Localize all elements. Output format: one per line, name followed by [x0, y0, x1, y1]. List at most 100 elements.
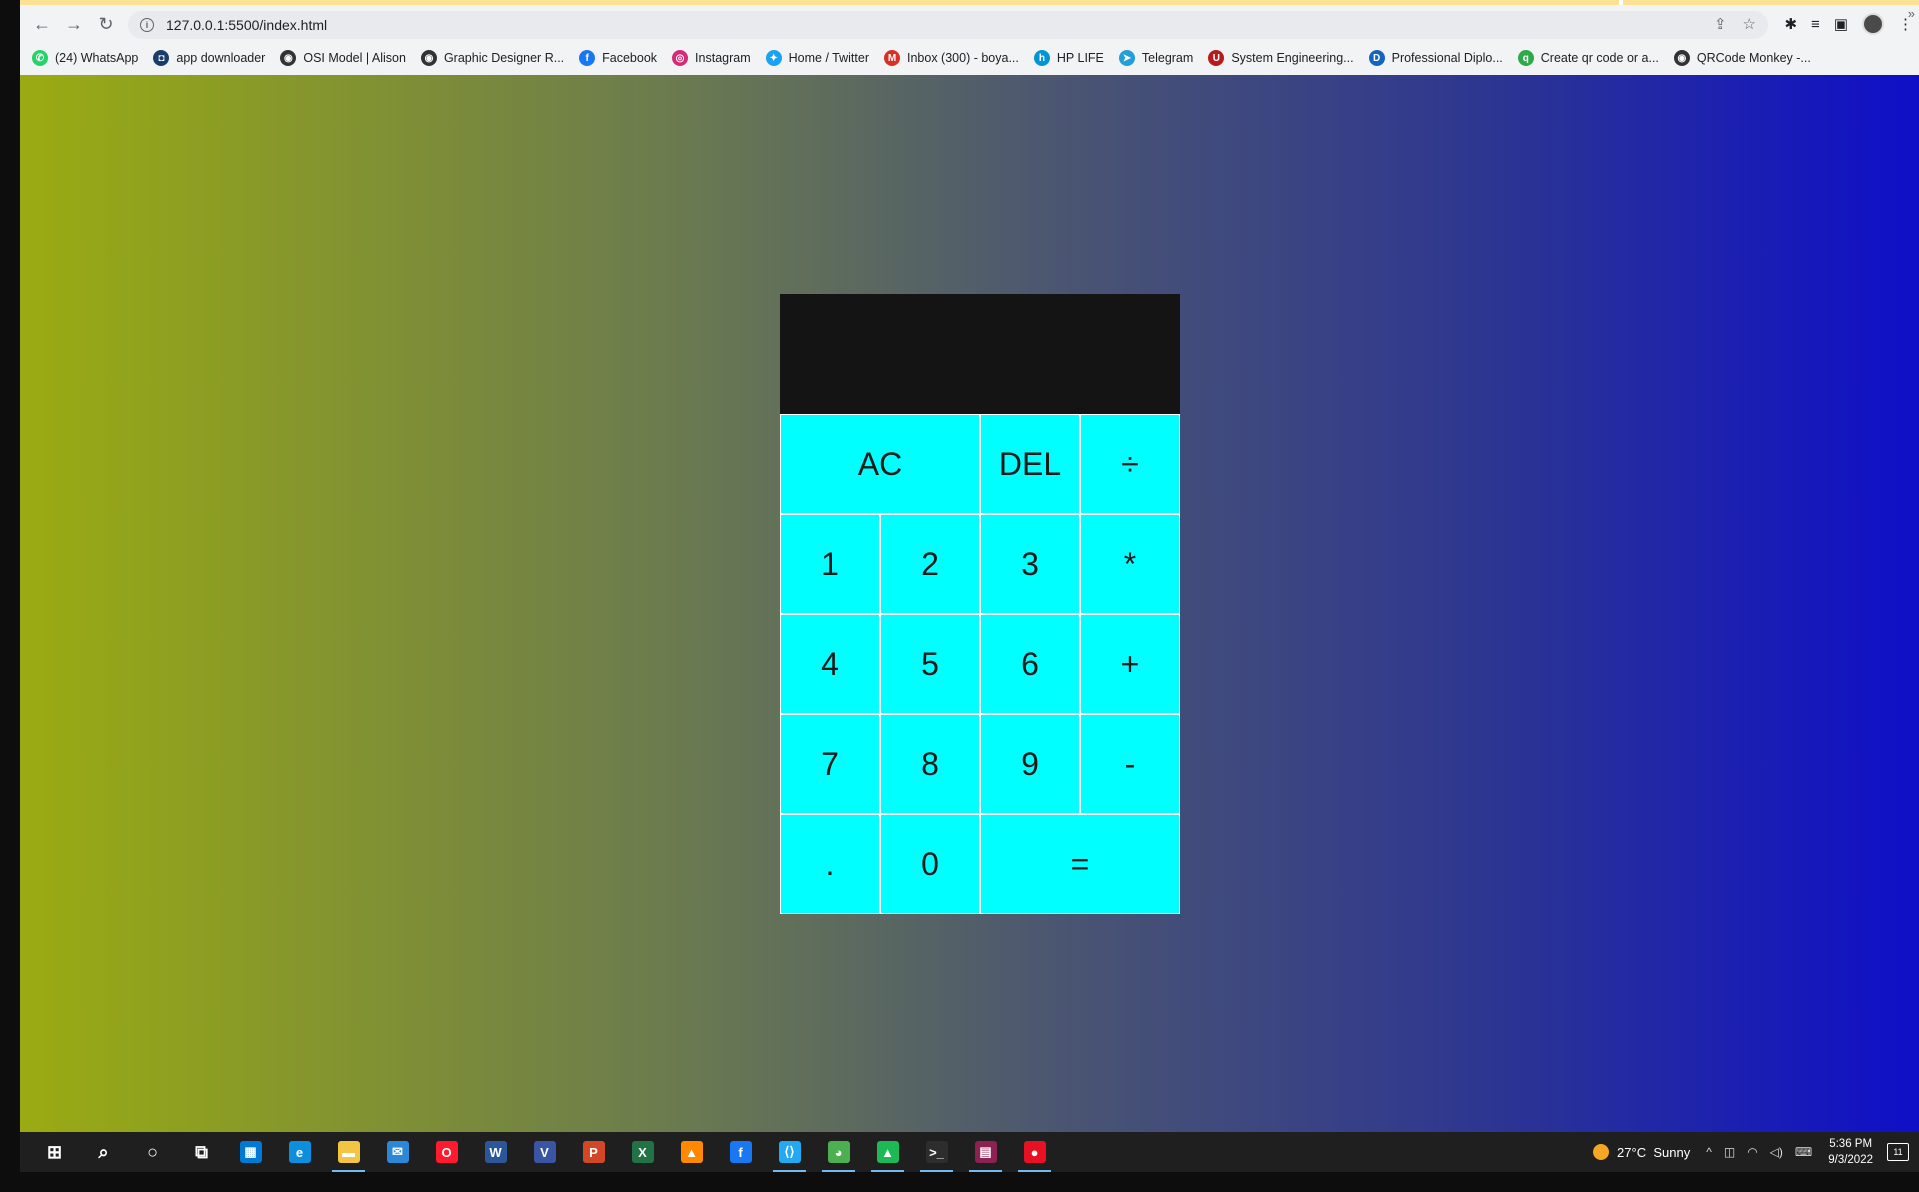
- globe-icon: ◉: [420, 50, 437, 66]
- bookmark-item[interactable]: M Inbox (300) - boya...: [884, 50, 1019, 66]
- android-studio-app[interactable]: ▲: [863, 1132, 912, 1172]
- extensions-icon[interactable]: ✱: [1784, 15, 1797, 33]
- chevron-up-icon[interactable]: ^: [1706, 1145, 1712, 1159]
- bookmark-item[interactable]: ◉ OSI Model | Alison: [280, 50, 406, 66]
- word-app[interactable]: W: [471, 1132, 520, 1172]
- search-button[interactable]: ⌕: [79, 1132, 128, 1172]
- digit-0-button[interactable]: 0: [880, 814, 980, 914]
- twitter-icon: ✦: [765, 50, 782, 66]
- bookmark-item[interactable]: h HP LIFE: [1033, 50, 1104, 66]
- excel-app[interactable]: X: [618, 1132, 667, 1172]
- opera-app[interactable]: O: [422, 1132, 471, 1172]
- side-panel-icon[interactable]: ▣: [1834, 15, 1848, 33]
- active-tab-edge[interactable]: [1619, 0, 1919, 5]
- globe-icon: ◉: [280, 50, 297, 66]
- winrar-app[interactable]: ▤: [961, 1132, 1010, 1172]
- edge-app[interactable]: e: [275, 1132, 324, 1172]
- digit-5-button[interactable]: 5: [880, 614, 980, 714]
- add-button[interactable]: +: [1080, 614, 1180, 714]
- clock[interactable]: 5:36 PM 9/3/2022: [1828, 1136, 1873, 1168]
- bookmark-item[interactable]: D Professional Diplo...: [1368, 50, 1503, 66]
- share-icon[interactable]: ⇪: [1714, 15, 1727, 33]
- bookmark-item[interactable]: ➤ Telegram: [1118, 50, 1193, 66]
- desktop-screen: ← → ↻ i 127.0.0.1:5500/index.html ⇪ ☆ ✱ …: [0, 0, 1919, 1192]
- digit-7-button[interactable]: 7: [780, 714, 880, 814]
- terminal-app[interactable]: >_: [912, 1132, 961, 1172]
- tab-strip: [20, 0, 1919, 5]
- bookmark-item[interactable]: ◉ QRCode Monkey -...: [1673, 50, 1811, 66]
- back-arrow-icon[interactable]: ←: [26, 8, 58, 40]
- bookmark-label: app downloader: [176, 51, 266, 65]
- digit-3-button[interactable]: 3: [980, 514, 1080, 614]
- volume-icon[interactable]: ◁): [1770, 1145, 1783, 1159]
- profile-avatar[interactable]: [1862, 13, 1884, 35]
- mail-app[interactable]: ✉: [373, 1132, 422, 1172]
- store-app[interactable]: ▦: [226, 1132, 275, 1172]
- hp-icon: h: [1033, 50, 1050, 66]
- digit-8-button[interactable]: 8: [880, 714, 980, 814]
- facebook-icon: f: [579, 50, 596, 66]
- vscode-app[interactable]: ⟨⟩: [765, 1132, 814, 1172]
- all-clear-button[interactable]: AC: [780, 414, 980, 514]
- chrome-app[interactable]: ◕: [814, 1132, 863, 1172]
- taskbar: ⊞ ⌕ ○ ⧉ ▦ e ▬ ✉ O W V P X ▲ f ⟨⟩ ◕ ▲ >_ ▤ ● 27°C Sunny ^ ◫ ◠…: [20, 1132, 1919, 1172]
- bookmark-item[interactable]: ◘ app downloader: [153, 50, 265, 66]
- address-url[interactable]: 127.0.0.1:5500/index.html: [166, 17, 327, 33]
- cortana-button[interactable]: ○: [128, 1132, 177, 1172]
- bookmark-label: Instagram: [695, 51, 751, 65]
- weather-sun-icon[interactable]: [1593, 1144, 1610, 1160]
- instagram-icon: ◎: [672, 50, 689, 66]
- bookmark-item[interactable]: f Facebook: [579, 50, 657, 66]
- toolbar-right: ✱ ≡ ▣ ⋮: [1784, 8, 1919, 40]
- bookmark-star-icon[interactable]: ☆: [1743, 15, 1756, 33]
- edge-icon: e: [288, 1141, 311, 1163]
- powerpoint-app[interactable]: P: [569, 1132, 618, 1172]
- windows-icon: ⊞: [46, 1141, 63, 1162]
- equals-button[interactable]: =: [980, 814, 1180, 914]
- subtract-button[interactable]: -: [1080, 714, 1180, 814]
- reading-list-icon[interactable]: ≡: [1811, 16, 1820, 33]
- globe-icon: ◉: [1673, 50, 1690, 66]
- keyboard-icon[interactable]: ⌨: [1795, 1145, 1812, 1159]
- notification-center-icon[interactable]: 11: [1887, 1143, 1909, 1161]
- recorder-app[interactable]: ●: [1010, 1132, 1059, 1172]
- digit-2-button[interactable]: 2: [880, 514, 980, 614]
- wifi-icon[interactable]: ◠: [1747, 1145, 1757, 1159]
- delete-button[interactable]: DEL: [980, 414, 1080, 514]
- bookmark-label: OSI Model | Alison: [303, 51, 406, 65]
- mail-icon: ✉: [386, 1141, 409, 1163]
- facebook-app[interactable]: f: [716, 1132, 765, 1172]
- multiply-button[interactable]: *: [1080, 514, 1180, 614]
- bookmark-item[interactable]: ✆ (24) WhatsApp: [32, 50, 138, 66]
- bookmark-item[interactable]: ◉ Graphic Designer R...: [420, 50, 564, 66]
- weather-widget[interactable]: 27°C Sunny: [1617, 1145, 1690, 1160]
- meet-now-icon[interactable]: ◫: [1724, 1145, 1735, 1159]
- digit-9-button[interactable]: 9: [980, 714, 1080, 814]
- vscode-icon: ⟨⟩: [778, 1141, 801, 1163]
- bookmark-item[interactable]: q Create qr code or a...: [1517, 50, 1659, 66]
- file-explorer-app[interactable]: ▬: [324, 1132, 373, 1172]
- digit-4-button[interactable]: 4: [780, 614, 880, 714]
- word-icon: W: [484, 1141, 507, 1163]
- bookmark-item[interactable]: ◎ Instagram: [672, 50, 751, 66]
- reload-icon[interactable]: ↻: [90, 8, 122, 40]
- bookmark-label: Inbox (300) - boya...: [907, 51, 1019, 65]
- start-button[interactable]: ⊞: [30, 1132, 79, 1172]
- folder-icon: ▬: [337, 1141, 360, 1163]
- digit-1-button[interactable]: 1: [780, 514, 880, 614]
- site-info-icon[interactable]: i: [140, 18, 154, 32]
- bookmarks-overflow-icon[interactable]: »: [1908, 6, 1915, 21]
- digit-6-button[interactable]: 6: [980, 614, 1080, 714]
- forward-arrow-icon[interactable]: →: [58, 8, 90, 40]
- decimal-button[interactable]: .: [780, 814, 880, 914]
- search-icon: ⌕: [98, 1141, 109, 1162]
- address-bar[interactable]: i 127.0.0.1:5500/index.html ⇪ ☆: [128, 11, 1768, 39]
- bookmark-item[interactable]: ✦ Home / Twitter: [765, 50, 869, 66]
- bookmark-item[interactable]: U System Engineering...: [1208, 50, 1354, 66]
- browser-toolbar: ← → ↻ i 127.0.0.1:5500/index.html ⇪ ☆ ✱ …: [20, 8, 1919, 40]
- screen-border-bottom: [0, 1172, 1919, 1192]
- divide-button[interactable]: ÷: [1080, 414, 1180, 514]
- task-view-button[interactable]: ⧉: [177, 1132, 226, 1172]
- visio-app[interactable]: V: [520, 1132, 569, 1172]
- vlc-app[interactable]: ▲: [667, 1132, 716, 1172]
